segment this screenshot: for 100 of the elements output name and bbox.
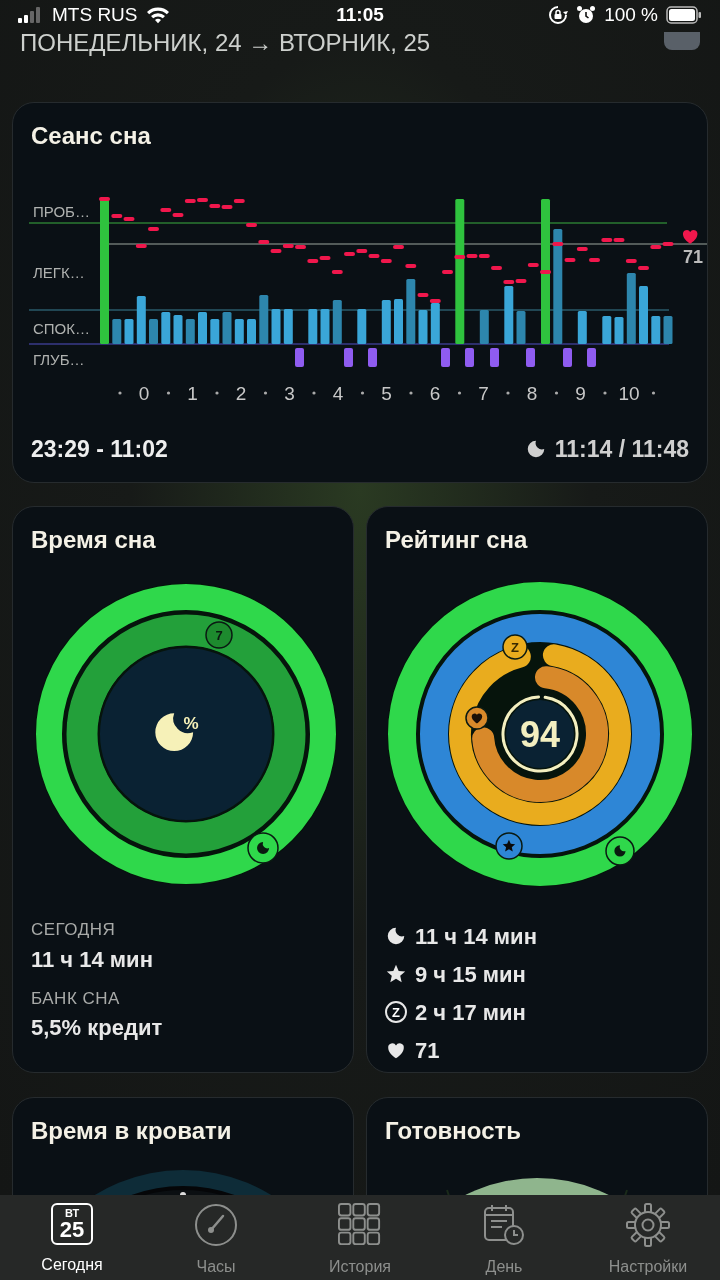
stat-value: 5,5% кредит bbox=[31, 1014, 164, 1042]
battery-icon bbox=[666, 6, 702, 24]
deep-sleep-bar bbox=[295, 348, 304, 367]
stat-value: 2 ч 17 мин bbox=[415, 998, 526, 1027]
stat-label: БАНК СНА bbox=[31, 987, 121, 1010]
sleep-stage-bar bbox=[602, 316, 612, 344]
carrier-name: MTS RUS bbox=[52, 2, 138, 27]
collapse-handle[interactable] bbox=[664, 32, 700, 50]
badge-number: 7 bbox=[215, 628, 223, 643]
calendar-clock-icon bbox=[482, 1203, 526, 1247]
tab-bar-item[interactable]: Часы bbox=[156, 1203, 276, 1279]
date-label: 25 bbox=[59, 1218, 85, 1241]
clock-time: 11:05 bbox=[336, 3, 384, 25]
gauge-icon bbox=[194, 1203, 238, 1247]
sleep-stage-bar bbox=[124, 319, 134, 344]
stage-label: СПОК… bbox=[33, 320, 91, 337]
sleep-stage-bar bbox=[136, 296, 146, 344]
card-title: Время в кровати bbox=[31, 1117, 232, 1144]
grid-icon bbox=[338, 1203, 382, 1247]
date-range-title: ПОНЕДЕЛЬНИК, 24 → ВТОРНИК, 25 bbox=[20, 30, 431, 56]
sleep-stage-bar bbox=[394, 299, 403, 344]
sleep-stage-bar bbox=[198, 312, 207, 344]
time-range: 23:29 - 11:02 bbox=[31, 435, 168, 464]
sleep-stage-bar bbox=[651, 316, 661, 344]
sleep-stage-bar bbox=[614, 317, 624, 344]
hour-label: 5 bbox=[381, 383, 392, 404]
tick-dot bbox=[554, 391, 559, 395]
hour-label: 1 bbox=[187, 383, 198, 404]
tick-dot bbox=[263, 391, 268, 395]
sleep-stage-bar bbox=[173, 315, 183, 344]
sleep-stage-bar bbox=[283, 309, 293, 344]
moon-badge-icon bbox=[605, 836, 635, 866]
hour-label: 2 bbox=[235, 383, 247, 404]
tick-dot bbox=[409, 391, 413, 395]
deep-sleep-bar bbox=[465, 348, 474, 367]
sleep-stage-bar bbox=[381, 300, 391, 344]
tick-dot bbox=[651, 391, 656, 395]
sleep-duration: 11:14 / 11:48 bbox=[554, 435, 689, 464]
rotation-lock-icon bbox=[548, 5, 569, 25]
sleep-stage-bar bbox=[504, 286, 514, 344]
star-icon bbox=[385, 963, 407, 985]
tab-bar-item[interactable]: Настройки bbox=[588, 1203, 708, 1279]
sleep-stage-bar bbox=[222, 312, 232, 344]
sleep-stage-bar bbox=[663, 316, 673, 344]
tick-dot bbox=[312, 391, 316, 395]
tick-dot bbox=[603, 391, 607, 395]
stat-value: 9 ч 15 мин bbox=[415, 960, 526, 989]
hour-label: 4 bbox=[332, 383, 344, 404]
tab-bar-item[interactable]: ВТ 25 Сегодня bbox=[12, 1203, 132, 1277]
hour-label: 9 bbox=[575, 383, 586, 404]
sleep-stage-bar bbox=[234, 319, 244, 344]
sleep-stage-bar bbox=[516, 311, 526, 344]
hour-label: 8 bbox=[526, 383, 538, 404]
hour-label: 7 bbox=[478, 383, 489, 404]
sleep-stage-bar bbox=[271, 309, 281, 344]
sleep-stage-bar bbox=[185, 319, 195, 344]
tick-dot bbox=[118, 391, 122, 395]
tab-bar-item[interactable]: День bbox=[444, 1203, 564, 1279]
percent-symbol: % bbox=[183, 714, 199, 733]
tab-bar-item[interactable]: История bbox=[300, 1203, 420, 1279]
deep-sleep-bar bbox=[587, 348, 596, 367]
card-title: Рейтинг сна bbox=[385, 526, 528, 553]
tick-dot bbox=[360, 391, 365, 395]
stat-value: 71 bbox=[415, 1036, 440, 1065]
card-title: Сеанс сна bbox=[31, 122, 151, 149]
sleep-stage-bar bbox=[259, 295, 269, 344]
sleep-stage-bar bbox=[577, 311, 587, 344]
tick-dot bbox=[457, 391, 462, 395]
weekday-label: ВТ bbox=[64, 1207, 80, 1219]
deep-sleep-bar bbox=[563, 348, 572, 367]
sleep-stage-bar bbox=[320, 309, 330, 344]
star-badge-icon bbox=[495, 832, 523, 860]
hour-label: 10 bbox=[618, 383, 640, 404]
battery-percent: 100 % bbox=[604, 2, 658, 27]
sleep-stage-bar bbox=[626, 273, 636, 344]
sleep-stage-bar bbox=[112, 319, 122, 344]
hour-label: 6 bbox=[429, 383, 441, 404]
card-title: Время сна bbox=[31, 526, 156, 553]
settings-icon bbox=[626, 1203, 670, 1247]
heart-badge-icon bbox=[465, 706, 489, 730]
sleep-stage-bar bbox=[149, 319, 158, 344]
snooze-icon: Z bbox=[385, 1001, 407, 1023]
badge-letter: Z bbox=[511, 640, 519, 655]
heart-rate-value: 71 bbox=[683, 247, 703, 267]
deep-sleep-bar bbox=[368, 348, 377, 367]
sleep-stage-bar bbox=[357, 309, 367, 344]
sleep-stage-bar bbox=[406, 279, 416, 344]
stat-value: 11 ч 14 мин bbox=[415, 922, 537, 951]
deep-sleep-bar bbox=[441, 348, 450, 367]
deep-sleep-bar bbox=[526, 348, 535, 367]
deep-sleep-bar bbox=[344, 348, 353, 367]
stage-label: ЛЕГК… bbox=[33, 264, 85, 281]
sleep-stage-bar bbox=[418, 310, 428, 344]
stage-label: ПРОБ… bbox=[33, 203, 90, 220]
sleep-stage-bar bbox=[332, 300, 342, 344]
hour-label: 0 bbox=[138, 383, 150, 404]
stat-value: 11 ч 14 мин bbox=[31, 945, 154, 974]
sleep-stage-bar bbox=[430, 303, 440, 344]
moon-badge-icon bbox=[247, 832, 279, 864]
deep-sleep-bar bbox=[490, 348, 499, 367]
